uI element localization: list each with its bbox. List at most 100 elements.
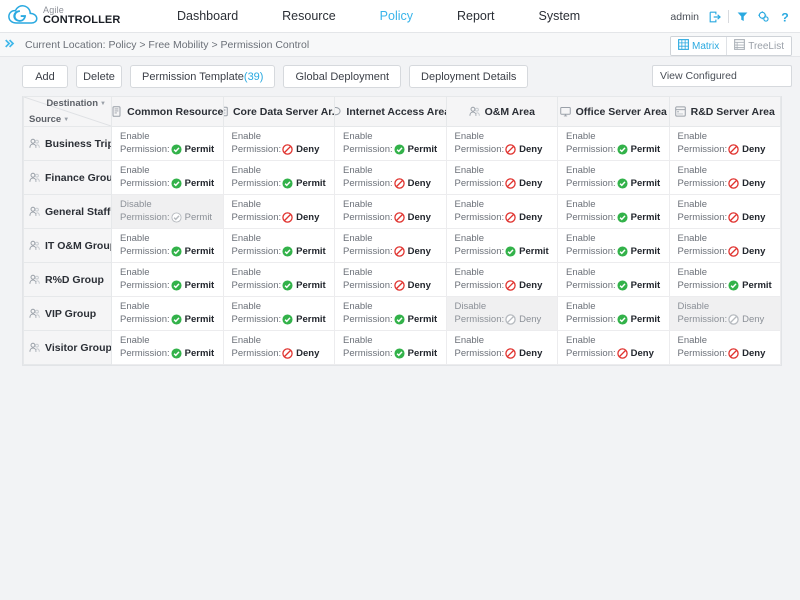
view-mode-toggle: Matrix TreeList bbox=[670, 36, 792, 56]
cell-permission-value: Permit bbox=[296, 314, 326, 325]
view-mode-treelist[interactable]: TreeList bbox=[726, 37, 791, 55]
matrix-column-common-resource[interactable]: Common Resource bbox=[111, 96, 224, 127]
table-row: R%D Group Enable Permission: Permit Enab… bbox=[23, 262, 781, 297]
brand-logo[interactable]: Agile CONTROLLER bbox=[0, 4, 140, 28]
matrix-column-core-data-server-area[interactable]: Core Data Server Ar... bbox=[222, 96, 335, 127]
logout-icon[interactable] bbox=[707, 9, 722, 24]
help-icon[interactable]: ? bbox=[777, 9, 792, 24]
matrix-cell[interactable]: Enable Permission: Permit bbox=[557, 228, 670, 263]
matrix-cell[interactable]: Enable Permission: Permit bbox=[222, 262, 335, 297]
cell-permission-label: Permission: bbox=[343, 348, 393, 359]
matrix-cell[interactable]: Enable Permission: Deny bbox=[668, 126, 781, 161]
deny-icon bbox=[505, 178, 516, 189]
matrix-cell[interactable]: Disable Permission: Deny bbox=[668, 296, 781, 331]
cell-permission-label: Permission: bbox=[454, 212, 505, 223]
deny-icon bbox=[282, 144, 293, 155]
matrix-cell[interactable]: Enable Permission: Permit bbox=[222, 228, 335, 263]
nav-item-system[interactable]: System bbox=[517, 0, 603, 33]
nav-item-report[interactable]: Report bbox=[435, 0, 517, 33]
matrix-cell[interactable]: Enable Permission: Deny bbox=[668, 194, 781, 229]
matrix-cell[interactable]: Enable Permission: Deny bbox=[445, 160, 558, 195]
settings-icon[interactable] bbox=[756, 9, 771, 24]
matrix-cell[interactable]: Enable Permission: Permit bbox=[111, 160, 224, 195]
matrix-cell[interactable]: Enable Permission: Deny bbox=[334, 160, 447, 195]
matrix-cell[interactable]: Enable Permission: Deny bbox=[668, 228, 781, 263]
cell-state: Enable bbox=[231, 267, 262, 278]
cell-state: Enable bbox=[120, 335, 150, 346]
matrix-cell[interactable]: Enable Permission: Permit bbox=[334, 296, 447, 331]
matrix-cell[interactable]: Enable Permission: Permit bbox=[557, 160, 670, 195]
double-chevron-right-icon[interactable] bbox=[0, 38, 20, 51]
matrix-row-header[interactable]: VIP Group bbox=[23, 296, 112, 331]
matrix-cell[interactable]: Disable Permission: Permit bbox=[111, 194, 224, 229]
permission-template-button[interactable]: Permission Template(39) bbox=[130, 65, 276, 88]
cell-permission-value: Deny bbox=[742, 144, 766, 155]
matrix-column-om-area[interactable]: O&M Area bbox=[445, 96, 558, 127]
matrix-cell[interactable]: Enable Permission: Permit bbox=[222, 160, 335, 195]
matrix-cell[interactable]: Enable Permission: Deny bbox=[445, 126, 558, 161]
view-configured-select[interactable]: View Configured bbox=[652, 65, 792, 87]
column-label: Core Data Server Ar... bbox=[232, 105, 335, 118]
cell-permission-label: Permission: bbox=[231, 212, 282, 223]
matrix-cell[interactable]: Enable Permission: Deny bbox=[222, 330, 335, 365]
global-deployment-button[interactable]: Global Deployment bbox=[283, 65, 402, 88]
cell-permission: Permission: Permit bbox=[566, 143, 669, 156]
matrix-cell[interactable]: Enable Permission: Deny bbox=[222, 126, 335, 161]
matrix-cell[interactable]: Enable Permission: Permit bbox=[111, 330, 224, 365]
view-mode-matrix[interactable]: Matrix bbox=[671, 37, 727, 55]
matrix-cell[interactable]: Enable Permission: Permit bbox=[557, 262, 670, 297]
matrix-cell[interactable]: Enable Permission: Deny bbox=[445, 262, 558, 297]
cell-permission-label: Permission: bbox=[454, 144, 505, 155]
matrix-column-internet-access-area[interactable]: Internet Access Area bbox=[334, 96, 447, 127]
matrix-cell[interactable]: Enable Permission: Permit bbox=[557, 194, 670, 229]
destination-label: Destination bbox=[46, 98, 99, 109]
server-icon bbox=[112, 106, 122, 117]
cell-permission: Permission: Permit bbox=[120, 177, 223, 190]
matrix-row-header[interactable]: R%D Group bbox=[23, 262, 112, 297]
destination-header[interactable]: Destination ▼ bbox=[46, 98, 106, 109]
nav-item-dashboard[interactable]: Dashboard bbox=[155, 0, 260, 33]
matrix-column-office-server-area[interactable]: Office Server Area bbox=[557, 96, 670, 127]
matrix-row-header[interactable]: General Staff bbox=[23, 194, 112, 229]
filter-icon[interactable] bbox=[735, 9, 750, 24]
source-header[interactable]: Source ▼ bbox=[29, 114, 69, 125]
matrix-row-header[interactable]: Finance Group bbox=[23, 160, 112, 195]
matrix-cell[interactable]: Disable Permission: Deny bbox=[445, 296, 558, 331]
matrix-cell[interactable]: Enable Permission: Permit bbox=[445, 228, 558, 263]
matrix-cell[interactable]: Enable Permission: Deny bbox=[557, 330, 670, 365]
matrix-cell[interactable]: Enable Permission: Deny bbox=[334, 262, 447, 297]
matrix-cell[interactable]: Enable Permission: Deny bbox=[668, 160, 781, 195]
matrix-row-header[interactable]: Business Trip... bbox=[23, 126, 112, 161]
matrix-cell[interactable]: Enable Permission: Permit bbox=[334, 330, 447, 365]
matrix-cell[interactable]: Enable Permission: Deny bbox=[222, 194, 335, 229]
matrix-cell[interactable]: Enable Permission: Permit bbox=[557, 126, 670, 161]
matrix-cell[interactable]: Enable Permission: Permit bbox=[111, 126, 224, 161]
matrix-cell[interactable]: Enable Permission: Permit bbox=[222, 296, 335, 331]
matrix-cell[interactable]: Enable Permission: Permit bbox=[668, 262, 781, 297]
add-button[interactable]: Add bbox=[22, 65, 68, 88]
cell-permission-label: Permission: bbox=[677, 280, 728, 291]
matrix-cell[interactable]: Enable Permission: Deny bbox=[668, 330, 781, 365]
matrix-cell[interactable]: Enable Permission: Permit bbox=[111, 228, 224, 263]
matrix-cell[interactable]: Enable Permission: Permit bbox=[334, 126, 447, 161]
deployment-details-button[interactable]: Deployment Details bbox=[409, 65, 529, 88]
cell-permission-value: Deny bbox=[742, 212, 766, 223]
matrix-column-rd-server-area[interactable]: R&D Server Area bbox=[668, 96, 781, 127]
matrix-cell[interactable]: Enable Permission: Deny bbox=[334, 228, 447, 263]
cell-permission-value: Permit bbox=[184, 144, 215, 155]
cell-permission-value: Permit bbox=[184, 314, 215, 325]
matrix-cell[interactable]: Enable Permission: Deny bbox=[445, 194, 558, 229]
cell-permission-value: Deny bbox=[407, 178, 431, 189]
nav-item-resource[interactable]: Resource bbox=[260, 0, 358, 33]
matrix-cell[interactable]: Enable Permission: Permit bbox=[557, 296, 670, 331]
nav-item-policy[interactable]: Policy bbox=[358, 0, 435, 33]
cloud-icon bbox=[8, 4, 38, 28]
users-icon bbox=[29, 308, 40, 319]
matrix-cell[interactable]: Enable Permission: Deny bbox=[334, 194, 447, 229]
matrix-cell[interactable]: Enable Permission: Permit bbox=[111, 296, 224, 331]
matrix-row-header[interactable]: IT O&M Group bbox=[23, 228, 112, 263]
matrix-cell[interactable]: Enable Permission: Deny bbox=[445, 330, 558, 365]
delete-button[interactable]: Delete bbox=[76, 65, 122, 88]
matrix-cell[interactable]: Enable Permission: Permit bbox=[111, 262, 224, 297]
matrix-row-header[interactable]: Visitor Group bbox=[23, 330, 112, 365]
